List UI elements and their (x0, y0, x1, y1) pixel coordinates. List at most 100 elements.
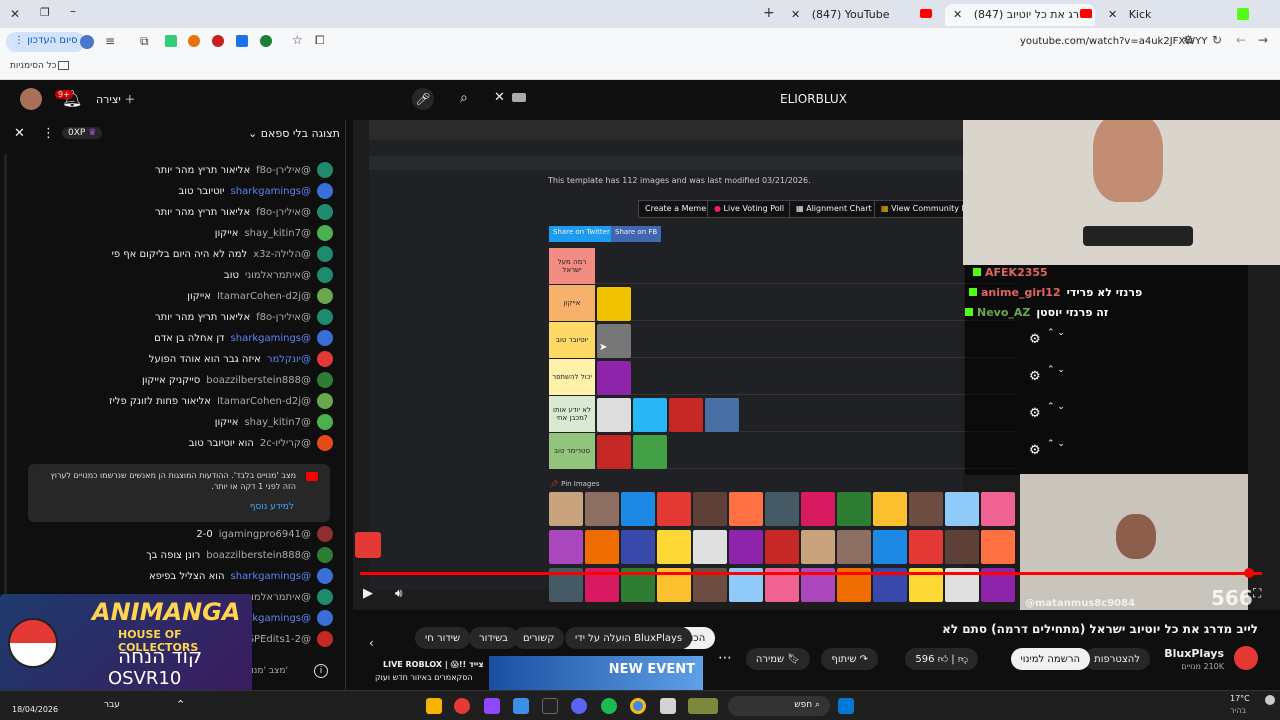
share-button[interactable]: שיתוף ↷ (821, 648, 878, 670)
pin-image[interactable] (909, 530, 943, 564)
avatar[interactable] (317, 162, 333, 178)
chat-author[interactable]: @sharkgamings (231, 333, 311, 344)
progress-handle[interactable] (1244, 568, 1254, 578)
gear-icon[interactable]: ⚙ (1029, 369, 1041, 384)
extension-icon[interactable] (165, 35, 177, 47)
avatar[interactable] (317, 526, 333, 542)
restore-window-icon[interactable]: ❐ (40, 6, 50, 19)
fullscreen-icon[interactable]: ⛶ (1253, 586, 1261, 601)
pin-image[interactable] (837, 530, 871, 564)
spotify-icon[interactable] (601, 698, 617, 714)
chat-author[interactable]: @sharkgamings (231, 571, 311, 582)
extension-icon[interactable] (188, 35, 200, 47)
chevron-up-down-icon[interactable]: ⌃ ⌄ (1047, 402, 1065, 412)
pin-image[interactable] (657, 492, 691, 526)
media-icon[interactable]: ≡ (105, 34, 115, 48)
pin-image[interactable] (873, 530, 907, 564)
pin-image[interactable] (621, 492, 655, 526)
channel-avatar[interactable] (1234, 646, 1258, 670)
chip-3[interactable]: בשידור (469, 627, 518, 649)
pin-image[interactable] (837, 492, 871, 526)
search-input[interactable]: ELIORBLUX (780, 92, 847, 106)
video-player[interactable]: This template has 112 images and was las… (353, 120, 1280, 610)
game-icon[interactable] (688, 698, 718, 714)
create-meme-button[interactable]: Create a Meme (638, 200, 714, 218)
chat-author[interactable]: @igamingpro6941 (219, 529, 311, 540)
chevron-up-down-icon[interactable]: ⌃ ⌄ (1047, 439, 1065, 449)
tier-label[interactable]: לא יודע אותו מכבן אחי? (549, 396, 595, 432)
chat-author[interactable]: @shay_kitin7 (244, 228, 311, 239)
avatar[interactable] (317, 288, 333, 304)
save-button[interactable]: שמירה 🔖︎ (745, 648, 810, 670)
avatar[interactable] (317, 225, 333, 241)
close-tab-icon[interactable]: ✕ (953, 8, 962, 21)
reload-icon[interactable]: ↻ (1212, 33, 1222, 47)
live-voting-poll-button[interactable]: ● Live Voting Poll (707, 200, 792, 218)
play-icon[interactable]: ▶ (363, 586, 373, 601)
extension-icon[interactable] (212, 35, 224, 47)
chat-author[interactable]: @shay_kitin7 (244, 417, 311, 428)
tier-label[interactable]: יכול להשתפר (549, 359, 595, 395)
tier-label[interactable]: רמה מעל ישראל (549, 248, 595, 284)
avatar[interactable] (20, 88, 42, 110)
extensions-icon[interactable]: ⧉ (140, 34, 149, 49)
chat-author[interactable]: @אילירן-f8o (256, 207, 311, 218)
new-tab-icon[interactable]: + (763, 5, 775, 21)
pin-image[interactable] (981, 530, 1015, 564)
forward-icon[interactable]: ← (1236, 33, 1246, 47)
pin-image[interactable] (657, 530, 691, 564)
tier-item[interactable] (597, 287, 631, 321)
show-hidden-icon[interactable]: ⌃ (176, 698, 185, 711)
chat-author[interactable]: @boazzilberstein888 (206, 550, 311, 561)
pin-image[interactable] (909, 492, 943, 526)
close-chat-icon[interactable]: ✕ (14, 126, 25, 141)
avatar[interactable] (317, 393, 333, 409)
discord-icon[interactable] (571, 698, 587, 714)
pin-image[interactable] (873, 492, 907, 526)
share-fb-button[interactable]: Share on FB (611, 226, 662, 242)
avatar[interactable] (317, 568, 333, 584)
voice-search-icon[interactable]: 🎤︎ (412, 88, 434, 110)
pin-image[interactable] (729, 492, 763, 526)
site-settings-icon[interactable]: ⚙ (1183, 33, 1194, 47)
tier-label[interactable]: סטרימר טוב (549, 433, 595, 469)
chip-4[interactable]: שידור חי (415, 627, 471, 649)
avatar[interactable] (317, 547, 333, 563)
clear-search-icon[interactable]: ✕ (494, 90, 505, 105)
gear-icon[interactable]: ⚙ (1029, 406, 1041, 421)
recommended-title[interactable]: LIVE ROBLOX | 😱!! צייד (383, 660, 484, 669)
chat-mode-dropdown[interactable]: ⌄ תצוגה בלי ספאם (248, 127, 340, 140)
avatar[interactable] (317, 309, 333, 325)
pin-image[interactable] (693, 492, 727, 526)
chip-2[interactable]: קשורים (513, 627, 565, 649)
chat-author[interactable]: @קריליו-2c (260, 438, 311, 449)
chat-author[interactable]: @הלילה-x3z (253, 249, 311, 260)
keyboard-icon[interactable] (512, 93, 526, 102)
extension-icon[interactable] (236, 35, 248, 47)
pin-image[interactable] (801, 530, 835, 564)
pin-image[interactable] (765, 530, 799, 564)
tier-label[interactable]: יוטיובר טוב (549, 322, 595, 358)
avatar[interactable] (317, 589, 333, 605)
url-field[interactable]: youtube.com/watch?v=a4uk2JFXWYY (1020, 36, 1207, 47)
chat-author[interactable]: @אילירן-f8o (256, 165, 311, 176)
twitch-icon[interactable] (484, 698, 500, 714)
avatar[interactable] (317, 183, 333, 199)
tier-item[interactable] (597, 435, 631, 469)
like-button[interactable]: 596 👍︎ | 👎︎ (905, 648, 978, 670)
pin-image[interactable] (585, 492, 619, 526)
profile-icon[interactable] (80, 35, 94, 49)
chevron-up-down-icon[interactable]: ⌃ ⌄ (1047, 328, 1065, 338)
end-session-button[interactable]: ⋮ סיום העדכון (6, 32, 86, 52)
tier-item[interactable] (633, 435, 667, 469)
avatar[interactable] (317, 372, 333, 388)
gear-icon[interactable]: ⚙ (1029, 443, 1041, 458)
share-twitter-button[interactable]: Share on Twitter (549, 226, 614, 242)
minimize-window-icon[interactable]: – (70, 4, 76, 18)
chat-author[interactable]: @איתמראלמוני (245, 270, 311, 281)
back-icon[interactable]: → (1258, 33, 1268, 47)
folder-icon[interactable] (660, 698, 676, 714)
animanga-ad[interactable]: ANIMANGA HOUSE OF COLLECTORS קוד הנחה OS… (0, 594, 252, 694)
pin-image[interactable] (801, 492, 835, 526)
learn-more-link[interactable]: למידע נוסף (250, 502, 294, 512)
